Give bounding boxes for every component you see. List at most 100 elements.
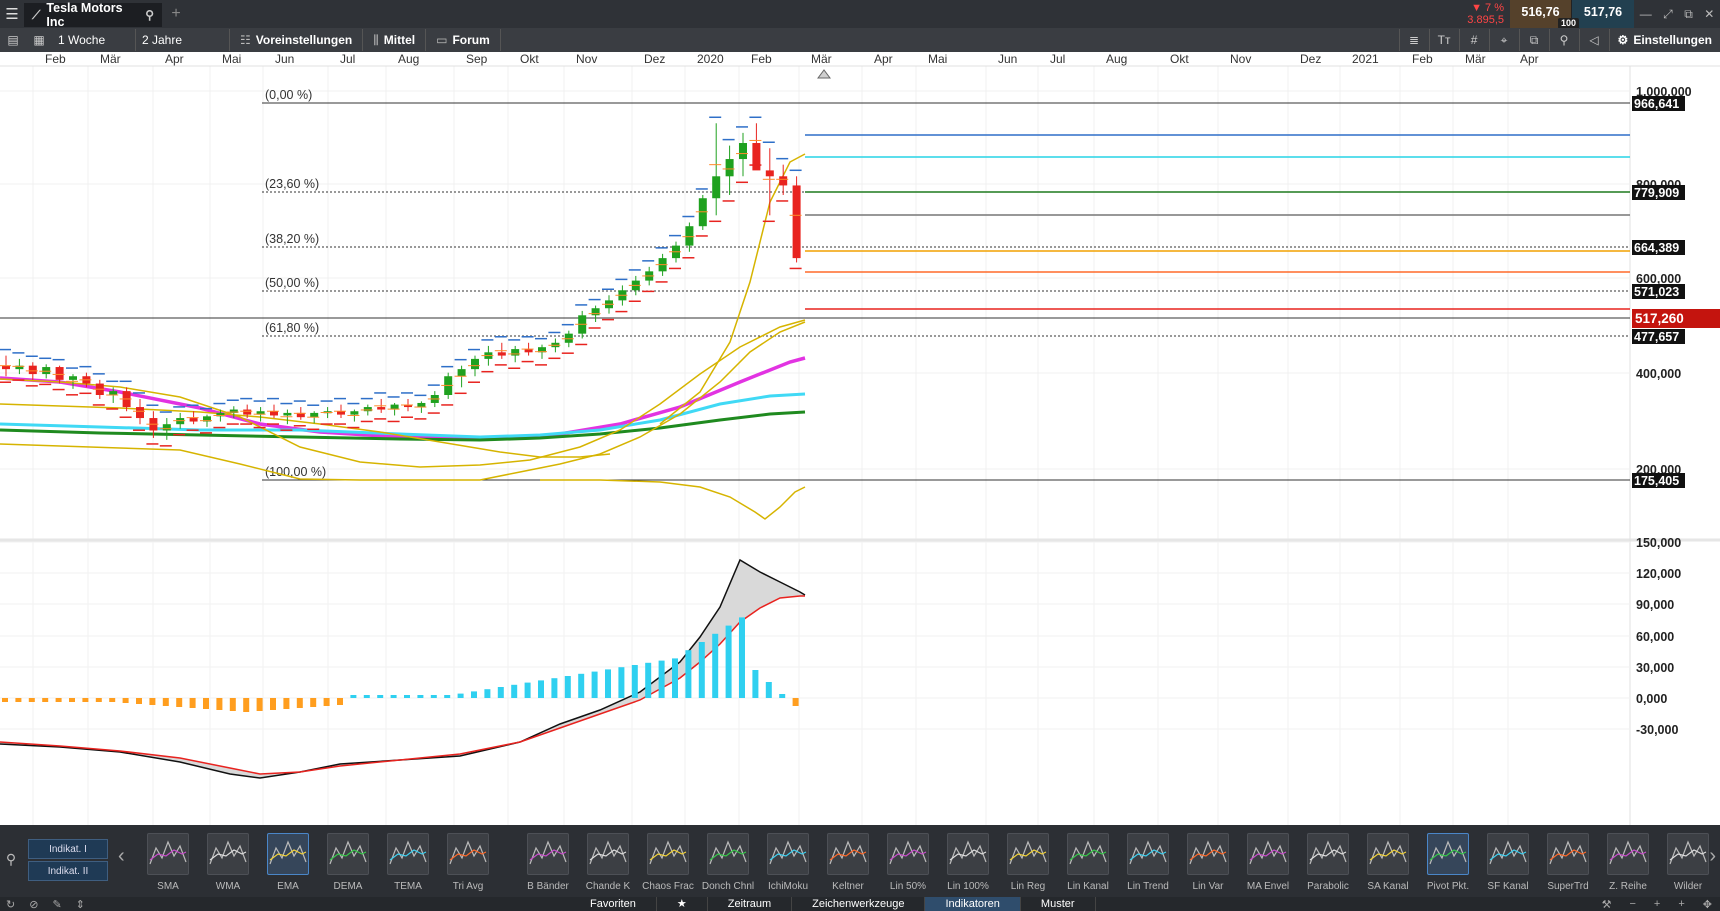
list-icon[interactable]: ▤ [0, 33, 26, 47]
tab-zeichenwerkzeuge[interactable]: Zeichenwerkzeuge [792, 897, 926, 911]
indicator-label: Parabolic [1307, 881, 1349, 892]
indicator-set-2[interactable]: Indikat. II [28, 861, 108, 881]
time-axis-label: Feb [45, 52, 66, 66]
indicator-wma[interactable]: WMA [198, 833, 258, 897]
speech-bubble-icon: ▭ [436, 33, 448, 47]
indicator-lin-reg[interactable]: Lin Reg [998, 833, 1058, 897]
indicator-ichimoku[interactable]: IchiMoku [758, 833, 818, 897]
osc-axis-label: 90,000 [1636, 598, 1674, 612]
pencil-icon[interactable]: ✎ [52, 898, 61, 911]
indicator-lin-var[interactable]: Lin Var [1178, 833, 1238, 897]
move-icon[interactable]: ✥ [1703, 898, 1712, 911]
indicator-tema[interactable]: TEMA [378, 833, 438, 897]
popout-icon[interactable]: ⧉ [1684, 7, 1693, 22]
histogram-bar [323, 698, 330, 706]
indicator-donch-chnl[interactable]: Donch Chnl [698, 833, 758, 897]
minus-icon[interactable]: − [1629, 898, 1635, 911]
indicator-chande-k[interactable]: Chande K [578, 833, 638, 897]
add-tab-icon[interactable]: + [162, 5, 190, 23]
indicator-ema[interactable]: EMA [258, 833, 318, 897]
search-icon[interactable]: ⚲ [145, 8, 154, 22]
forum-button[interactable]: ▭ Forum [426, 29, 501, 51]
indicator-lin-100-[interactable]: Lin 100% [938, 833, 998, 897]
histogram-bar [337, 698, 343, 705]
histogram-bar [122, 698, 129, 703]
range-select[interactable]: 2 Jahre [136, 29, 230, 51]
histogram-bar [765, 682, 772, 698]
plus-small-icon[interactable]: + [1678, 898, 1684, 911]
chart-area[interactable]: Feb Mär Apr Mai Jun Jul Aug Sep Okt Nov Dez 2020 Feb… [0, 52, 1720, 825]
indicator-thumbnail [207, 833, 249, 875]
indicator-tri-avg[interactable]: Tri Avg [438, 833, 498, 897]
indicator-chaos-frac[interactable]: Chaos Frac [638, 833, 698, 897]
move-icon[interactable]: ⇕ [76, 898, 85, 911]
indicator-ma-envel[interactable]: MA Envel [1238, 833, 1298, 897]
right-tools: ≣ Tт # ⌖ ⧉ ⚲ ◁ ⚙ Einstellungen [1398, 28, 1720, 52]
forum-label: Forum [452, 33, 490, 47]
tab-zeitraum[interactable]: Zeitraum [708, 897, 793, 911]
time-axis-label: Mär [100, 52, 121, 66]
indicator-lin-50-[interactable]: Lin 50% [878, 833, 938, 897]
hamburger-menu-icon[interactable]: ☰ [0, 5, 24, 23]
symbol-tab[interactable]: ⟋ Tesla Motors Inc ⚲ [24, 1, 162, 29]
indicator-label: WMA [215, 881, 241, 892]
chevron-right-icon[interactable]: › [1709, 845, 1716, 868]
expand-icon[interactable]: ⤢ [1663, 7, 1673, 22]
price-chart[interactable]: Feb Mär Apr Mai Jun Jul Aug Sep Okt Nov Dez 2020 Feb… [0, 52, 1720, 825]
indicator-pivot-pkt-[interactable]: Pivot Pkt. [1418, 833, 1478, 897]
candle-body [725, 159, 734, 177]
indicator-thumbnail [1547, 833, 1589, 875]
indicator-lin-trend[interactable]: Lin Trend [1118, 833, 1178, 897]
no-icon[interactable]: ⊘ [29, 898, 38, 911]
indicator-thumbnail [1607, 833, 1649, 875]
indicator-keltner[interactable]: Keltner [818, 833, 878, 897]
indicator-dema[interactable]: DEMA [318, 833, 378, 897]
erase-icon[interactable]: ◁ [1578, 29, 1609, 51]
refresh-icon[interactable]: ↻ [6, 898, 15, 911]
copy-icon[interactable]: ⧉ [1518, 29, 1549, 51]
layout-icon[interactable]: ▦ [26, 33, 52, 47]
tab-muster[interactable]: Muster [1021, 897, 1096, 911]
chart-type-button[interactable]: ⫼ Mittel [363, 29, 427, 51]
candle-body [564, 333, 573, 343]
change-display: ▼ 7 % 3.895,5 [1438, 0, 1510, 28]
indicator-sf-kanal[interactable]: SF Kanal [1478, 833, 1538, 897]
tab-favoriten[interactable]: Favoriten [570, 897, 657, 911]
interval-select[interactable]: 1 Woche [52, 29, 136, 51]
text-size-icon[interactable]: Tт [1428, 29, 1459, 51]
grid-icon[interactable]: # [1458, 29, 1489, 51]
candle-body [337, 411, 345, 415]
tools-icon[interactable]: ⚒ [1602, 898, 1612, 911]
indicator-thumbnail [527, 833, 569, 875]
star-icon[interactable]: ★ [657, 897, 708, 911]
indicator-set-1[interactable]: Indikat. I [28, 839, 108, 859]
indicator-thumbnail [947, 833, 989, 875]
search-icon[interactable]: ⚲ [0, 825, 22, 893]
histogram-bar [350, 695, 357, 698]
indicator-thumbnail [707, 833, 749, 875]
pin-icon[interactable]: ⚲ [1548, 29, 1579, 51]
indicator-thumbnail [1427, 833, 1469, 875]
chevron-left-icon[interactable]: ‹ [118, 845, 125, 868]
indicator-parabolic[interactable]: Parabolic [1298, 833, 1358, 897]
indicator-b-b-nder[interactable]: B Bänder [518, 833, 578, 897]
presets-button[interactable]: ☷ Voreinstellungen [230, 29, 364, 51]
crosshair-icon[interactable]: ⌖ [1488, 29, 1519, 51]
indicator-sa-kanal[interactable]: SA Kanal [1358, 833, 1418, 897]
align-icon[interactable]: ≣ [1398, 29, 1429, 51]
candles-icon: ⫼ [373, 32, 379, 47]
close-icon[interactable]: ✕ [1704, 7, 1714, 21]
settings-button[interactable]: ⚙ Einstellungen [1608, 29, 1720, 51]
tab-indikatoren[interactable]: Indikatoren [925, 897, 1021, 911]
indicator-sma[interactable]: SMA [138, 833, 198, 897]
indicator-z-reihe[interactable]: Z. Reihe [1598, 833, 1658, 897]
indicator-thumbnail [1187, 833, 1229, 875]
time-axis-label: Dez [1300, 52, 1321, 66]
ask-button[interactable]: 517,76 100 [1558, 0, 1634, 29]
plus-icon[interactable]: + [1654, 898, 1660, 911]
indicator-lin-kanal[interactable]: Lin Kanal [1058, 833, 1118, 897]
indicator-supertrd[interactable]: SuperTrd [1538, 833, 1598, 897]
indicator-thumbnail [827, 833, 869, 875]
minimize-icon[interactable]: — [1640, 7, 1652, 21]
indicator-label: Lin Var [1192, 881, 1224, 892]
